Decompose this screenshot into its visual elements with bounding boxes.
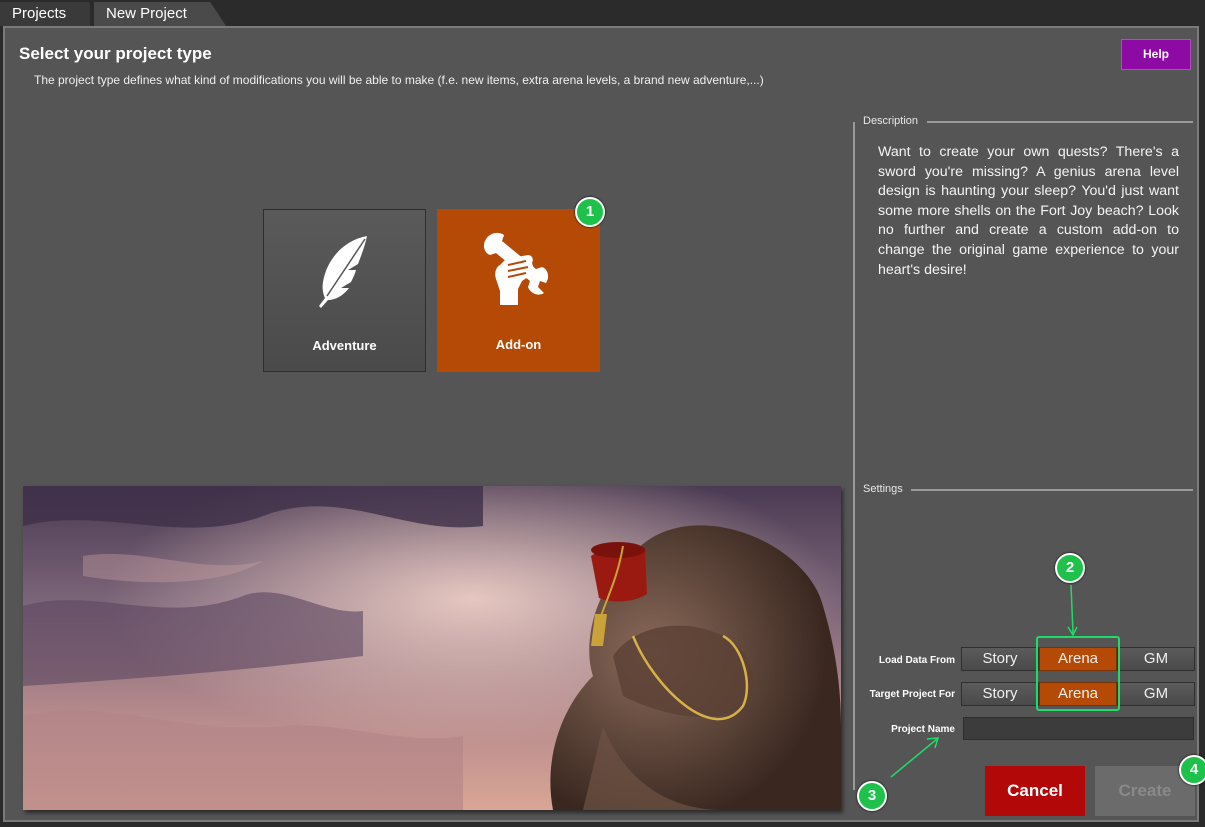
adventure-card[interactable]: Adventure [263, 209, 426, 372]
cancel-button[interactable]: Cancel [985, 766, 1085, 816]
feather-icon [319, 236, 367, 308]
load-data-from-label: Load Data From [878, 655, 955, 666]
tab-new-project[interactable]: New Project [94, 2, 226, 26]
load-data-gm-option[interactable]: GM [1117, 647, 1195, 671]
annotation-badge-3: 3 [857, 781, 887, 811]
addon-label: Add-on [495, 337, 542, 352]
target-gm-option[interactable]: GM [1117, 682, 1195, 706]
annotation-highlight-box [1036, 636, 1120, 711]
annotation-arrow-3 [890, 737, 940, 778]
project-preview-image [23, 486, 841, 810]
settings-group-title: Settings [863, 483, 903, 495]
annotation-badge-2: 2 [1055, 553, 1085, 583]
wrench-fist-icon [483, 232, 549, 305]
page-title: Select your project type [19, 44, 212, 63]
new-project-panel: Select your project type The project typ… [3, 26, 1205, 822]
project-name-input[interactable] [963, 717, 1194, 740]
description-text: Want to create your own quests? There's … [878, 144, 1179, 278]
annotation-badge-1: 1 [575, 197, 605, 227]
settings-group-line [911, 489, 1193, 491]
description-group-title: Description [863, 115, 919, 127]
load-data-story-option[interactable]: Story [961, 647, 1039, 671]
help-button[interactable]: Help [1121, 39, 1191, 70]
adventure-label: Adventure [312, 338, 377, 353]
target-project-for-label: Target Project For [869, 689, 955, 700]
tab-bar: Projects New Project [0, 0, 1205, 26]
page-subtitle: The project type defines what kind of mo… [34, 73, 764, 87]
target-story-option[interactable]: Story [961, 682, 1039, 706]
annotation-badge-4: 4 [1179, 755, 1205, 785]
annotation-arrow-2 [1067, 584, 1078, 637]
description-group-line [927, 121, 1193, 123]
addon-card[interactable]: Add-on [437, 209, 600, 372]
tab-projects[interactable]: Projects [0, 2, 90, 26]
